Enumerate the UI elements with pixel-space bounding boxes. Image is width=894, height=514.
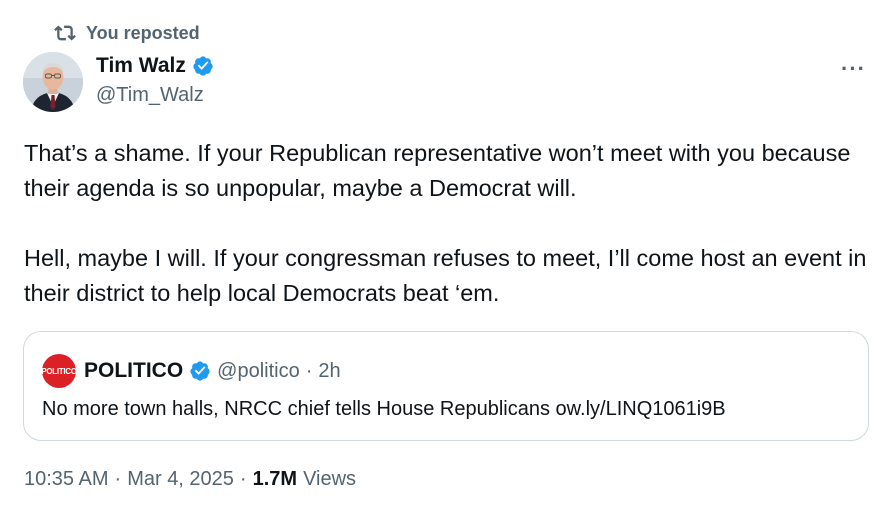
quote-timestamp[interactable]: 2h [318,360,340,383]
tweet-date[interactable]: Mar 4, 2025 [127,468,234,491]
separator-dot: · [305,359,313,382]
author-name-row: Tim Walz [96,54,214,78]
verified-badge-icon [190,361,210,381]
politico-logo-icon[interactable]: POLITICO [41,354,77,388]
views-count[interactable]: 1.7M [253,468,297,491]
author-name[interactable]: Tim Walz [96,54,186,78]
quote-text: No more town halls, NRCC chief tells Hou… [42,398,726,420]
avatar-image [23,52,83,112]
more-options-icon[interactable]: ··· [841,56,866,82]
views-label: Views [303,468,357,490]
tweet-meta: 10:35 AM · Mar 4, 2025 · 1.7M Views [24,468,356,491]
separator-dot: · [239,468,247,490]
tweet-paragraph: That’s a shame. If your Republican repre… [24,140,851,201]
author-handle[interactable]: @Tim_Walz [96,84,204,107]
tweet-time[interactable]: 10:35 AM [24,468,109,491]
repost-label: You reposted [86,22,200,43]
verified-badge-icon [193,56,213,76]
repost-indicator: You reposted [54,20,200,46]
avatar[interactable] [23,52,83,112]
tweet-paragraph: Hell, maybe I will. If your congressman … [24,245,867,306]
repost-icon [54,25,76,41]
quote-tweet-card[interactable]: POLITICO POLITICO @politico · 2h No more… [23,331,869,441]
tweet-body: That’s a shame. If your Republican repre… [24,136,874,346]
quote-author-handle[interactable]: @politico [217,360,300,383]
quote-header: POLITICO POLITICO @politico · 2h [41,354,341,388]
separator-dot: · [114,468,122,490]
quote-author-name[interactable]: POLITICO [84,359,183,383]
